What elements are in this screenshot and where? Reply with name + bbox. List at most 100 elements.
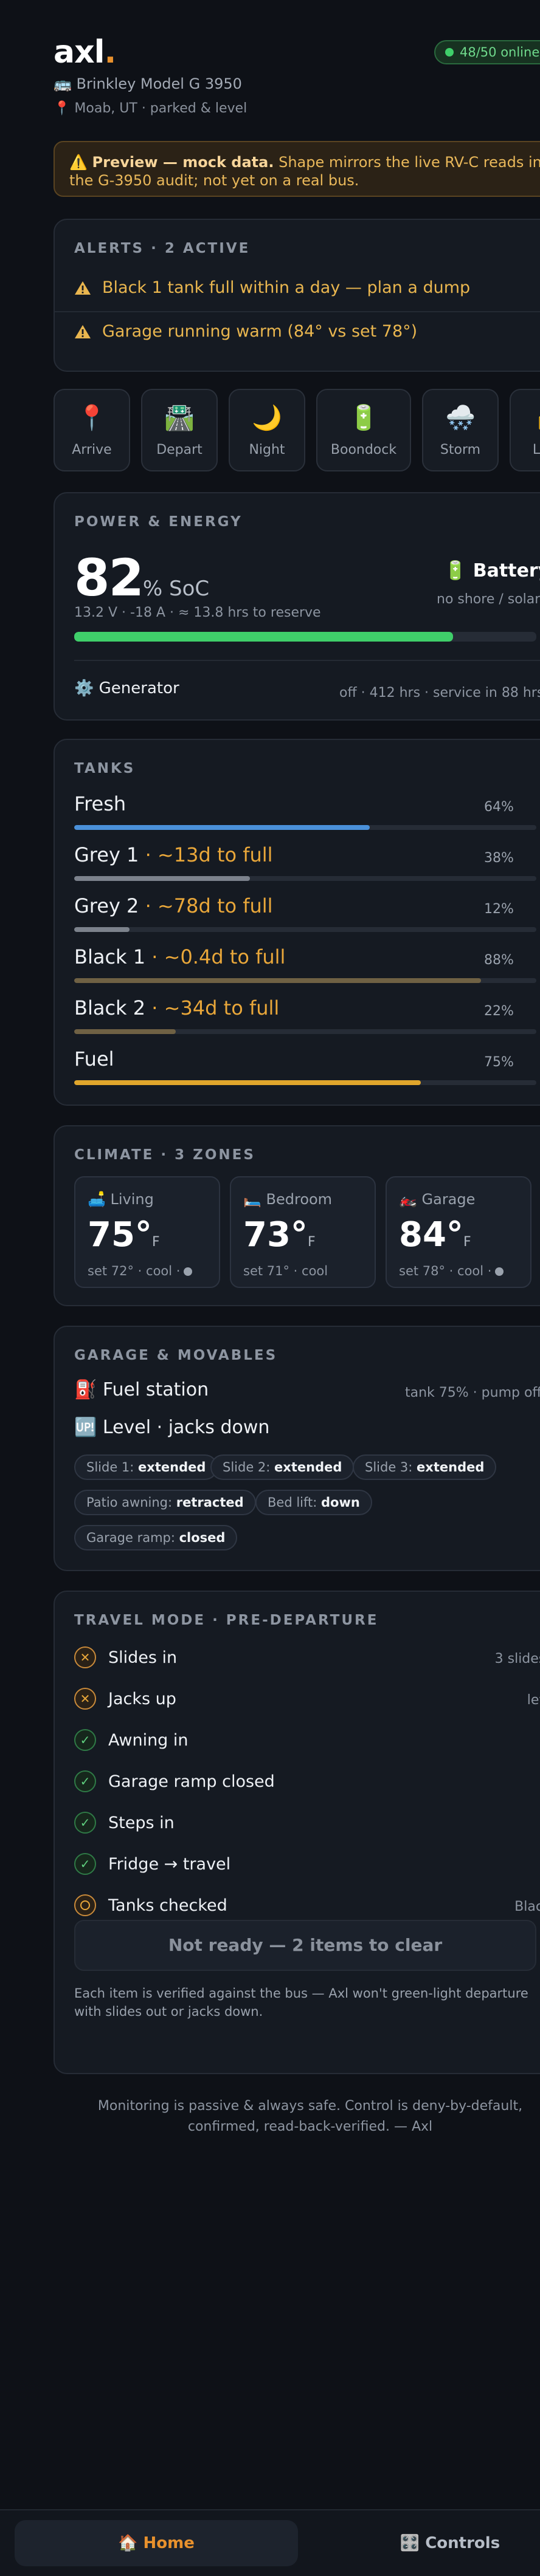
travel-title: TRAVEL MODE · PRE-DEPARTURE bbox=[74, 1612, 379, 1628]
zone-bedroom[interactable]: 🛏️ Bedroom 73°F set 71° · cool bbox=[230, 1176, 376, 1288]
tanks-title: TANKS bbox=[74, 761, 136, 776]
soc-value: 82% SoC bbox=[74, 548, 210, 608]
climate-card: CLIMATE · 3 ZONES 🛋️ Living 75°F set 72°… bbox=[54, 1125, 540, 1306]
tank-name: Grey 2 · ~78d to full bbox=[74, 894, 273, 917]
soc-bar bbox=[74, 632, 536, 642]
power-card: POWER & ENERGY 82% SoC 13.2 V · -18 A · … bbox=[54, 492, 540, 721]
checklist-item[interactable]: ✕ Slides in bbox=[74, 1646, 177, 1668]
battery-source: no shore / solar bbox=[437, 592, 540, 607]
checklist-item[interactable]: ✕ Jacks up bbox=[74, 1688, 176, 1710]
checklist-item[interactable]: ✓ Awning in bbox=[74, 1729, 189, 1751]
checklist-item[interactable]: Tanks checked bbox=[74, 1894, 227, 1916]
alert-item[interactable]: Garage running warm (84° vs set 78°) bbox=[74, 322, 417, 341]
travel-note: Each item is verified against the bus — … bbox=[74, 1986, 528, 2019]
battery-icon: 🔋 bbox=[348, 404, 379, 432]
moon-icon: 🌙 bbox=[252, 404, 282, 432]
travel-card: TRAVEL MODE · PRE-DEPARTURE Not ready — … bbox=[54, 1591, 540, 2074]
zone-garage[interactable]: 🏍️ Garage 84°F set 78° · cool · bbox=[386, 1176, 531, 1288]
checklist-status: leveler down bbox=[527, 1693, 540, 1708]
scene-button-lock[interactable]: 🔒 Lock bbox=[510, 389, 540, 471]
garage-card: GARAGE & MOVABLES ⛽ Fuel station tank 75… bbox=[54, 1326, 540, 1571]
check-icon: ✓ bbox=[74, 1812, 96, 1834]
tank-percent: 64% bbox=[484, 800, 514, 815]
checklist-item[interactable]: ✓ Steps in bbox=[74, 1812, 175, 1834]
vehicle-name: 🚌 Brinkley Model G 3950 bbox=[54, 75, 242, 92]
scene-button-night[interactable]: 🌙 Night bbox=[229, 389, 305, 471]
tank-level-bar bbox=[74, 978, 536, 983]
battery-label: 🔋 Battery bbox=[444, 560, 540, 581]
status-dot-icon bbox=[495, 1267, 504, 1276]
storm-icon: 🌨️ bbox=[445, 404, 476, 432]
scene-button-boondock[interactable]: 🔋 Boondock bbox=[316, 389, 411, 471]
checklist-item[interactable]: ✓ Fridge → travel bbox=[74, 1853, 230, 1875]
lock-icon: 🔒 bbox=[511, 402, 540, 434]
slide-1-pill[interactable]: Slide 1: extended bbox=[74, 1454, 218, 1480]
tank-name: Fresh bbox=[74, 792, 126, 815]
alerts-card: ALERTS · 2 ACTIVE Black 1 tank full with… bbox=[54, 219, 540, 372]
pin-icon: 📍 bbox=[54, 101, 71, 116]
bottom-nav: 🏠 Home 🎛️ Controls bbox=[0, 2509, 540, 2576]
nav-controls[interactable]: 🎛️ Controls bbox=[365, 2520, 535, 2566]
pin-icon: 📍 bbox=[77, 404, 107, 432]
tank-percent: 38% bbox=[484, 851, 514, 866]
power-title: POWER & ENERGY bbox=[74, 514, 243, 530]
scene-button-arrive[interactable]: 📍 Arrive bbox=[54, 389, 130, 471]
generator-status: off · 412 hrs · service in 88 hrs bbox=[339, 685, 540, 701]
check-icon: ✓ bbox=[74, 1853, 96, 1875]
alerts-title: ALERTS · 2 ACTIVE bbox=[74, 241, 251, 256]
tank-level-bar bbox=[74, 1029, 536, 1034]
checklist-status: 3 slides extended bbox=[494, 1651, 540, 1667]
check-icon: ✓ bbox=[74, 1770, 96, 1792]
warning-icon: ⚠️ bbox=[69, 154, 88, 171]
slide-3-pill[interactable]: Slide 3: extended bbox=[353, 1454, 497, 1480]
climate-title: CLIMATE · 3 ZONES bbox=[74, 1147, 255, 1163]
tanks-card: TANKS Fresh 64% Grey 1 · ~13d to full 38% Gr… bbox=[54, 739, 540, 1106]
x-icon: ✕ bbox=[74, 1688, 96, 1710]
level-status[interactable]: 🆙 Level · jacks down bbox=[74, 1417, 269, 1438]
tank-level-bar bbox=[74, 927, 536, 932]
tank-name: Fuel bbox=[74, 1047, 114, 1070]
checklist-status: Black 1 ≥ 85% bbox=[514, 1899, 540, 1914]
scene-button-depart[interactable]: 🛣️ Depart bbox=[141, 389, 218, 471]
warning-icon bbox=[74, 281, 91, 295]
divider bbox=[55, 311, 540, 312]
tank-level-bar bbox=[74, 876, 536, 881]
fuel-station-status: tank 75% · pump off bbox=[405, 1385, 540, 1400]
tank-percent: 22% bbox=[484, 1004, 514, 1019]
tank-level-bar bbox=[74, 825, 536, 830]
divider bbox=[74, 660, 540, 661]
zone-living[interactable]: 🛋️ Living 75°F set 72° · cool · bbox=[74, 1176, 220, 1288]
road-icon: 🛣️ bbox=[164, 404, 195, 432]
mock-data-banner: ⚠️ Preview — mock data. Shape mirrors th… bbox=[54, 141, 540, 197]
footer-note: Monitoring is passive & always safe. Con… bbox=[97, 2098, 523, 2134]
online-status-badge[interactable]: 48/50 online bbox=[434, 40, 540, 64]
scene-button-storm[interactable]: 🌨️ Storm bbox=[422, 389, 499, 471]
generator-label[interactable]: ⚙️ Generator bbox=[74, 679, 179, 697]
location-line: 📍 Moab, UT · parked & level bbox=[54, 101, 248, 116]
awning-pill[interactable]: Patio awning: retracted bbox=[74, 1490, 256, 1515]
power-detail: 13.2 V · -18 A · ≈ 13.8 hrs to reserve bbox=[74, 605, 321, 620]
fuel-station-label[interactable]: ⛽ Fuel station bbox=[74, 1379, 209, 1400]
rv-icon: 🚌 bbox=[54, 75, 72, 92]
tank-name: Grey 1 · ~13d to full bbox=[74, 843, 273, 866]
checklist-item[interactable]: ✓ Garage ramp closed bbox=[74, 1770, 275, 1792]
slide-2-pill[interactable]: Slide 2: extended bbox=[210, 1454, 355, 1480]
tank-percent: 88% bbox=[484, 953, 514, 968]
tank-name: Black 2 · ~34d to full bbox=[74, 996, 280, 1019]
tank-percent: 12% bbox=[484, 902, 514, 917]
x-icon: ✕ bbox=[74, 1646, 96, 1668]
check-icon: ✓ bbox=[74, 1729, 96, 1751]
app-page: axl. 🚌 Brinkley Model G 3950 📍 Moab, UT … bbox=[0, 0, 540, 2576]
garage-title: GARAGE & MOVABLES bbox=[74, 1348, 278, 1363]
tank-percent: 75% bbox=[484, 1055, 514, 1070]
nav-home[interactable]: 🏠 Home bbox=[15, 2520, 298, 2566]
pending-icon bbox=[74, 1894, 96, 1916]
garage-ramp-pill[interactable]: Garage ramp: closed bbox=[74, 1525, 238, 1550]
alert-item[interactable]: Black 1 tank full within a day — plan a … bbox=[74, 278, 470, 297]
not-ready-button[interactable]: Not ready — 2 items to clear bbox=[74, 1920, 536, 1971]
tank-name: Black 1 · ~0.4d to full bbox=[74, 945, 286, 968]
warning-icon bbox=[74, 324, 91, 339]
bed-lift-pill[interactable]: Bed lift: down bbox=[255, 1490, 372, 1515]
status-dot-icon bbox=[184, 1267, 193, 1276]
online-dot-icon bbox=[445, 48, 454, 57]
